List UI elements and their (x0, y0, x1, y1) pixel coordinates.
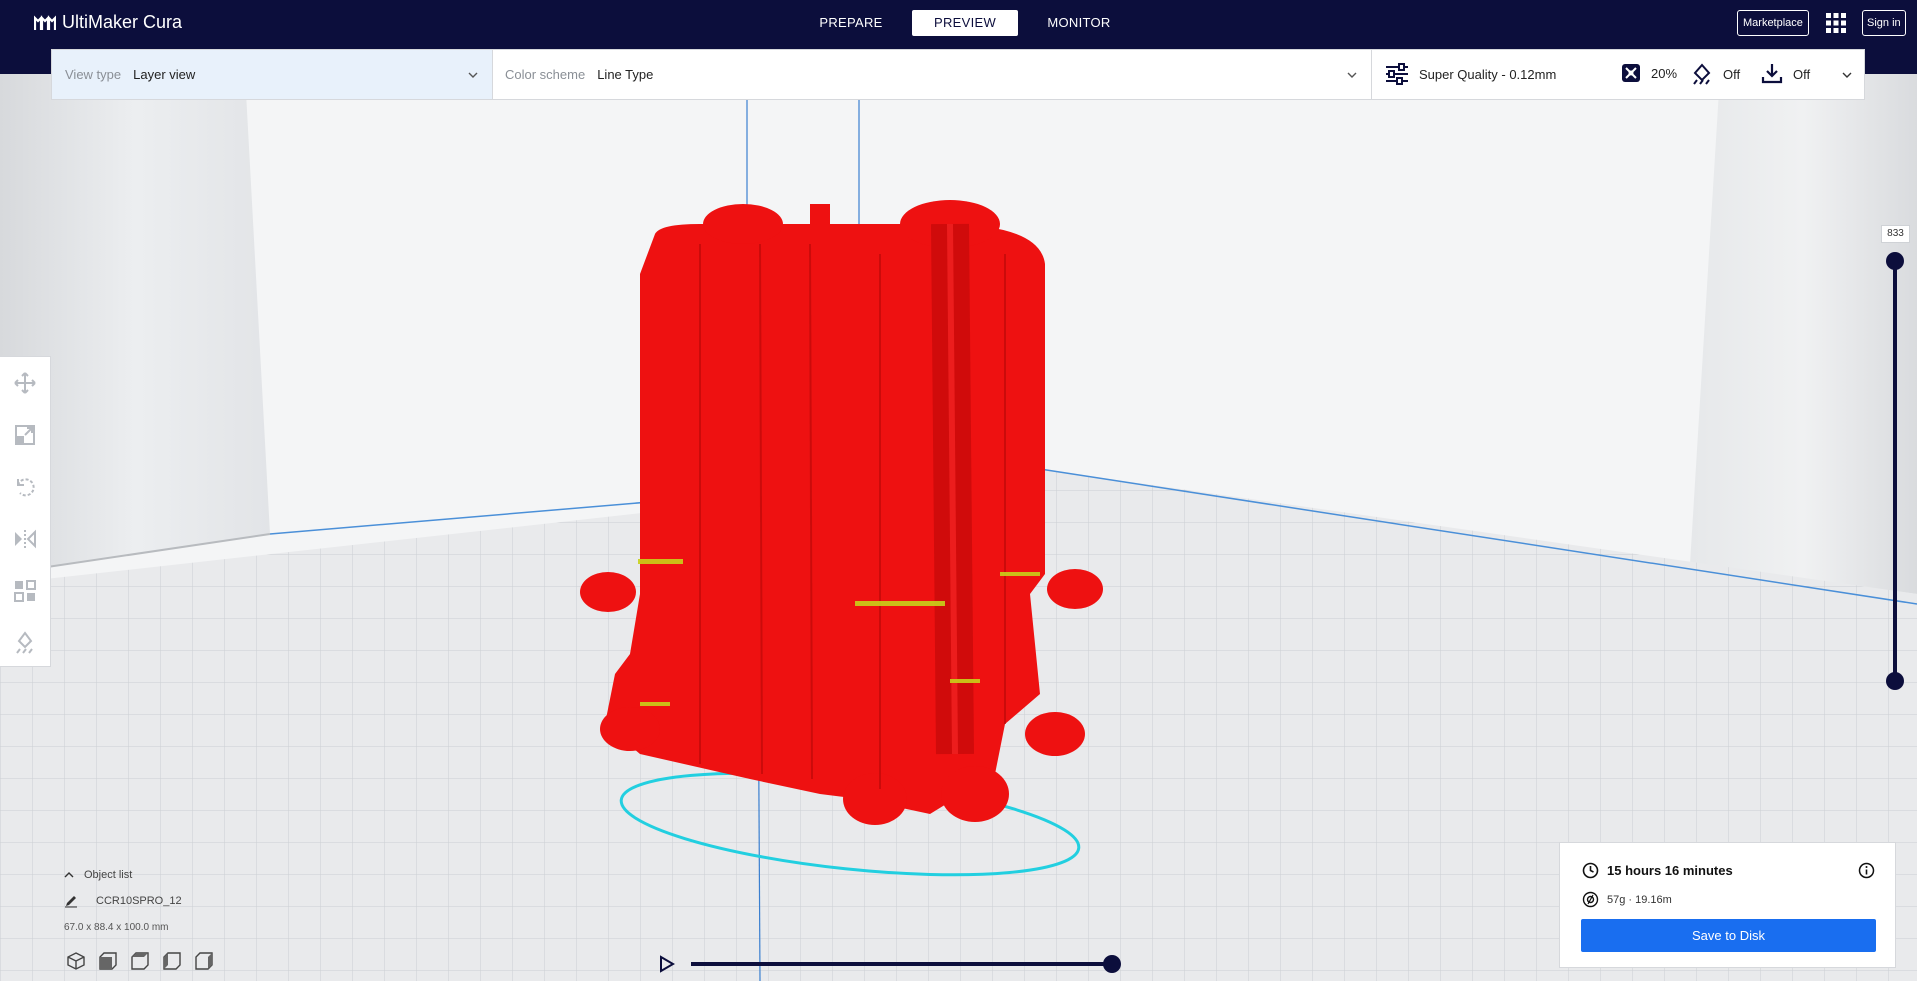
left-view-icon[interactable] (162, 951, 182, 971)
adhesion-value: Off (1793, 66, 1811, 82)
adhesion-icon (1761, 64, 1783, 84)
chevron-up-icon (64, 872, 74, 878)
tab-preview[interactable]: PREVIEW (912, 10, 1018, 36)
object-list-label: Object list (84, 869, 133, 881)
grid-icon[interactable] (1826, 13, 1846, 33)
layer-slider-bottom-handle[interactable] (1886, 672, 1904, 690)
chevron-down-icon (1347, 72, 1357, 78)
layer-number-label[interactable]: 833 (1881, 225, 1910, 243)
chevron-down-icon (1842, 72, 1852, 78)
marketplace-button[interactable]: Marketplace (1737, 10, 1809, 36)
view-toolbar: View type Layer view Color scheme Line T… (51, 49, 1865, 100)
object-dimensions: 67.0 x 88.4 x 100.0 mm (64, 921, 169, 933)
support-icon (1693, 63, 1711, 85)
object-name-row[interactable]: CCR10SPRO_12 (64, 888, 182, 914)
color-scheme-dropdown[interactable]: Color scheme Line Type (493, 50, 1372, 99)
right-view-icon[interactable] (194, 951, 214, 971)
adhesion-item: Off (1761, 63, 1810, 85)
chevron-down-icon (468, 72, 478, 78)
tab-monitor[interactable]: MONITOR (1026, 10, 1132, 36)
infill-item: 20% (1621, 63, 1677, 83)
object-list-panel: Object list CCR10SPRO_12 67.0 x 88.4 x 1… (64, 862, 182, 940)
top-view-icon[interactable] (130, 951, 150, 971)
tab-prepare[interactable]: PREPARE (798, 10, 904, 36)
pencil-icon[interactable] (64, 894, 78, 908)
view-type-dropdown[interactable]: View type Layer view (52, 50, 493, 99)
move-icon[interactable] (13, 371, 37, 395)
support-blocker-icon[interactable] (13, 631, 37, 655)
front-view-icon[interactable] (98, 951, 118, 971)
print-settings-button[interactable]: Super Quality - 0.12mm 20% Off Off (1372, 50, 1864, 99)
spool-icon (1582, 891, 1599, 908)
path-slider-track[interactable] (691, 962, 1112, 966)
clock-icon (1582, 862, 1599, 879)
print-time-row: 15 hours 16 minutes (1582, 862, 1733, 879)
sign-in-button[interactable]: Sign in (1862, 10, 1906, 36)
color-scheme-label: Color scheme (505, 67, 586, 82)
sliders-icon (1386, 63, 1408, 85)
app-title: UltiMaker Cura (62, 12, 183, 32)
object-name: CCR10SPRO_12 (96, 895, 182, 907)
per-model-settings-icon[interactable] (13, 579, 37, 603)
rotate-icon[interactable] (13, 475, 37, 499)
layer-slider-top-handle[interactable] (1886, 252, 1904, 270)
support-item: Off (1691, 63, 1740, 85)
ultimaker-logo-icon (34, 14, 56, 30)
stage-tabs: PREPARE PREVIEW MONITOR (798, 10, 1132, 36)
mirror-icon[interactable] (13, 527, 37, 551)
print-info-panel: 15 hours 16 minutes 57g · 19.16m Save to… (1559, 842, 1896, 968)
app-logo: UltiMaker Cura (34, 12, 182, 33)
save-to-disk-button[interactable]: Save to Disk (1581, 919, 1876, 952)
material-usage: 57g · 19.16m (1607, 893, 1672, 906)
3d-view-icon[interactable] (66, 951, 86, 971)
view-type-label: View type (65, 67, 122, 82)
profile-item: Super Quality - 0.12mm (1385, 63, 1556, 85)
infill-value: 20% (1651, 65, 1678, 81)
profile-value: Super Quality - 0.12mm (1419, 66, 1557, 82)
tool-panel (0, 356, 51, 667)
infill-icon (1622, 64, 1640, 82)
layer-slider-track[interactable] (1893, 260, 1897, 684)
scale-icon[interactable] (13, 423, 37, 447)
path-slider-handle[interactable] (1103, 955, 1121, 973)
material-row: 57g · 19.16m (1582, 891, 1672, 908)
info-icon[interactable] (1858, 862, 1875, 879)
print-time: 15 hours 16 minutes (1607, 863, 1733, 878)
play-icon[interactable] (659, 955, 675, 973)
color-scheme-value: Line Type (597, 67, 654, 82)
view-type-value: Layer view (133, 67, 196, 82)
support-value: Off (1723, 66, 1741, 82)
camera-view-buttons (66, 951, 214, 971)
object-list-header[interactable]: Object list (64, 862, 182, 888)
